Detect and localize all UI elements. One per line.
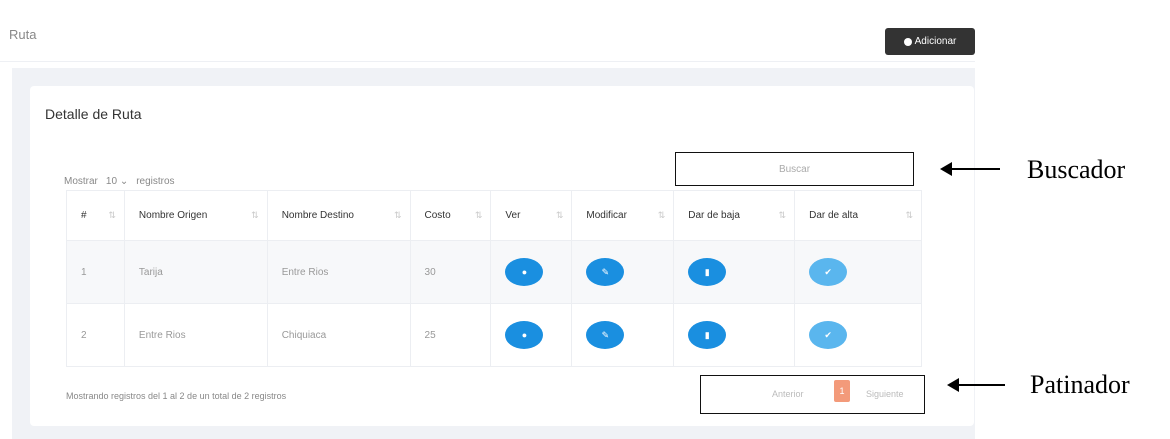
length-select[interactable]: 10 ⌄ <box>106 176 128 187</box>
table-row: 1 Tarija Entre Rios 30 ● ✎ ▮ ✔ <box>66 240 922 304</box>
cell-num: 2 <box>66 303 125 367</box>
down-icon: ▮ <box>704 329 710 340</box>
add-button-label: Adicionar <box>914 36 957 47</box>
column-header-label: Dar de alta <box>809 210 859 221</box>
length-show-label: Mostrar <box>64 176 98 187</box>
column-header-label: Nombre Destino <box>281 210 354 221</box>
edit-icon: ✎ <box>601 266 610 277</box>
activate-button[interactable]: ✔ <box>809 321 848 349</box>
cell-ver: ● <box>490 240 573 304</box>
eye-icon: ● <box>521 330 528 340</box>
length-menu: Mostrar 10 ⌄ registros <box>64 176 175 187</box>
view-button[interactable]: ● <box>505 258 544 286</box>
length-value: 10 <box>105 176 118 187</box>
deactivate-button[interactable]: ▮ <box>688 321 727 349</box>
cell-modificar: ✎ <box>571 303 675 367</box>
cell-alta: ✔ <box>794 240 922 304</box>
pager-arrow <box>947 378 1005 392</box>
top-bar: Ruta Adicionar <box>0 8 975 62</box>
edit-button[interactable]: ✎ <box>586 321 625 349</box>
sort-icon: ⇅ <box>393 210 402 220</box>
card-title: Detalle de Ruta <box>45 106 142 122</box>
column-header-destino[interactable]: Nombre Destino ⇅ <box>266 190 411 241</box>
cell-alta: ✔ <box>794 303 922 367</box>
cell-ver: ● <box>490 303 573 367</box>
add-button[interactable]: Adicionar <box>885 28 975 55</box>
chevron-down-icon: ⌄ <box>119 176 129 187</box>
sort-icon: ⇅ <box>474 210 483 220</box>
deactivate-button[interactable]: ▮ <box>688 258 727 286</box>
column-header-costo[interactable]: Costo ⇅ <box>409 190 492 241</box>
column-header-modificar[interactable]: Modificar ⇅ <box>571 190 675 241</box>
column-header-label: Dar de baja <box>688 210 740 221</box>
pagination-next[interactable]: Siguiente <box>866 389 904 399</box>
column-header-label: Nombre Origen <box>138 210 208 221</box>
table-info: Mostrando registros del 1 al 2 de un tot… <box>66 391 287 401</box>
sort-icon: ⇅ <box>555 210 564 220</box>
breadcrumb: Ruta <box>9 27 37 42</box>
sort-icon: ⇅ <box>251 210 259 220</box>
column-header-origen[interactable]: Nombre Origen ⇅ <box>123 190 268 241</box>
search-label: Buscar <box>778 163 811 175</box>
pagination-page-1[interactable]: 1 <box>834 380 850 402</box>
sort-icon: ⇅ <box>778 210 787 220</box>
eye-icon: ● <box>521 267 528 277</box>
edit-icon: ✎ <box>601 329 610 340</box>
column-header-baja[interactable]: Dar de baja ⇅ <box>673 190 796 241</box>
plus-circle-icon <box>903 37 912 46</box>
table-row: 2 Entre Rios Chiquiaca 25 ● ✎ ▮ ✔ <box>66 303 922 367</box>
cell-num: 1 <box>66 240 125 304</box>
cell-costo: 30 <box>409 240 492 304</box>
column-header-label: Costo <box>424 210 451 221</box>
sort-icon: ⇅ <box>108 210 116 220</box>
cell-costo: 25 <box>409 303 492 367</box>
sort-icon: ⇅ <box>657 210 666 220</box>
check-icon: ✔ <box>824 329 832 340</box>
cell-destino: Entre Rios <box>266 240 411 304</box>
cell-origen: Entre Rios <box>123 303 268 367</box>
cell-destino: Chiquiaca <box>266 303 411 367</box>
sort-icon: ⇅ <box>905 210 913 220</box>
column-header-label: # <box>81 210 87 221</box>
activate-button[interactable]: ✔ <box>809 258 848 286</box>
search-arrow <box>940 162 1000 176</box>
pagination-prev[interactable]: Anterior <box>772 389 804 399</box>
length-suffix-label: registros <box>136 176 175 187</box>
search-annotation: Buscador <box>1027 155 1126 184</box>
cell-baja: ▮ <box>673 303 796 367</box>
column-header-label: Modificar <box>586 210 627 221</box>
table-header-row: # ⇅ Nombre Origen ⇅ Nombre Destino ⇅ Costo ⇅… <box>66 190 922 241</box>
check-icon: ✔ <box>824 266 832 277</box>
down-icon: ▮ <box>704 266 710 277</box>
edit-button[interactable]: ✎ <box>586 258 625 286</box>
view-button[interactable]: ● <box>505 321 544 349</box>
search-input[interactable]: Buscar <box>675 152 914 186</box>
column-header-alta[interactable]: Dar de alta ⇅ <box>794 190 922 241</box>
cell-origen: Tarija <box>123 240 268 304</box>
pager-annotation: Patinador <box>1030 370 1130 399</box>
cell-baja: ▮ <box>673 240 796 304</box>
routes-table: # ⇅ Nombre Origen ⇅ Nombre Destino ⇅ Costo ⇅… <box>66 190 922 367</box>
cell-modificar: ✎ <box>571 240 675 304</box>
column-header-num[interactable]: # ⇅ <box>66 190 125 241</box>
column-header-ver[interactable]: Ver ⇅ <box>490 190 573 241</box>
column-header-label: Ver <box>505 210 521 221</box>
